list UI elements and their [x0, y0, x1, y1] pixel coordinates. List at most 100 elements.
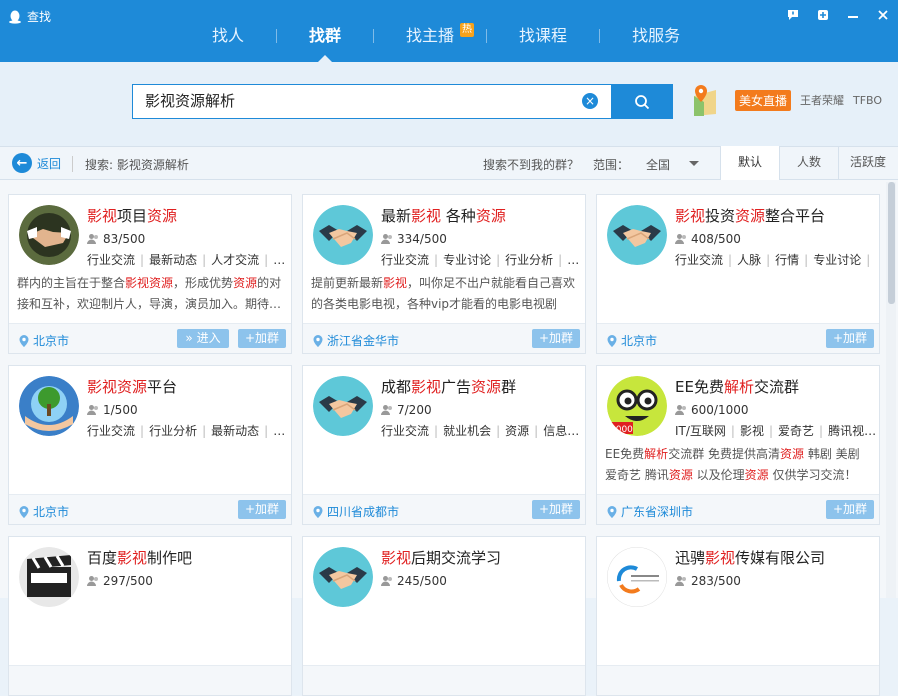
group-description: EE免费解析交流群 免费提供高清资源 韩剧 美剧 爱奇艺 腾讯资源 以及伦理资源… [605, 447, 860, 482]
scrollbar[interactable] [886, 182, 896, 598]
group-card[interactable]: 影视后期交流学习 245/500 [302, 536, 586, 696]
location-pin-icon [313, 334, 323, 347]
group-card[interactable]: 迅骋影视传媒有限公司 283/500 [596, 536, 880, 696]
group-card[interactable]: 1000 EE免费解析交流群 600/1000 IT/互联网影视爱奇艺腾讯视… EE免费… [596, 365, 880, 525]
join-group-button[interactable]: +加群 [532, 329, 580, 348]
hot-badge: 热 [460, 23, 475, 37]
search-input[interactable]: 影视资源解析 [132, 84, 612, 119]
group-description: 提前更新最新影视，叫你足不出户就能看自己喜欢的各类电影电视，各种vip才能看的电… [311, 276, 576, 311]
map-pin-icon[interactable] [688, 82, 722, 118]
location-pin-icon [607, 334, 617, 347]
search-query-text: 搜索: 影视资源解析 [85, 158, 189, 172]
group-card[interactable]: 影视投资资源整合平台 408/500 行业交流人脉行情专业讨论… 北京市 +加群 [596, 194, 880, 354]
group-avatar[interactable] [19, 205, 79, 265]
window-title-text: 查找 [27, 10, 52, 24]
card-footer [303, 665, 585, 695]
tag: 行业交流 [87, 253, 136, 267]
members-icon [675, 234, 686, 244]
tag: 资源 [491, 424, 529, 438]
member-count: 283/500 [675, 574, 741, 588]
minimize-icon[interactable] [838, 6, 868, 24]
group-card[interactable]: 成都影视广告资源群 7/200 行业交流就业机会资源信息… 四川省成都市 +加群 [302, 365, 586, 525]
group-name[interactable]: 迅骋影视传媒有限公司 [675, 547, 825, 568]
members-icon [381, 576, 392, 586]
card-footer: 北京市 +加群 [9, 494, 291, 524]
back-button[interactable]: ← 返回 [12, 153, 61, 173]
group-name[interactable]: 影视资源平台 [87, 376, 177, 397]
promo-link-2[interactable]: TFBO [853, 94, 882, 107]
card-footer: 四川省成都市 +加群 [303, 494, 585, 524]
group-name[interactable]: 最新影视 各种资源 [381, 205, 506, 226]
join-group-button[interactable]: +加群 [826, 500, 874, 519]
tag: 行情 [761, 253, 799, 267]
sort-activity-tab[interactable]: 活跃度 [838, 146, 897, 180]
tag: 腾讯视… [814, 424, 875, 438]
group-avatar[interactable] [313, 376, 373, 436]
feedback-icon[interactable] [778, 6, 808, 24]
group-name[interactable]: 影视投资资源整合平台 [675, 205, 825, 226]
group-avatar[interactable] [313, 547, 373, 607]
member-count-text: 297/500 [103, 574, 153, 588]
group-location: 北京市 [607, 332, 657, 349]
tag: … [861, 253, 875, 267]
tab-find-anchors[interactable]: 找主播热 [374, 18, 486, 54]
promo-link-1[interactable]: 王者荣耀 [800, 92, 844, 108]
group-name[interactable]: 影视后期交流学习 [381, 547, 501, 568]
group-avatar[interactable]: 1000 [607, 376, 667, 436]
tag: 行业分析 [491, 253, 553, 267]
tab-find-services[interactable]: 找服务 [600, 18, 712, 54]
chevron-down-icon[interactable] [689, 161, 699, 171]
member-count-text: 283/500 [691, 574, 741, 588]
group-name[interactable]: 影视项目资源 [87, 205, 177, 226]
join-group-button[interactable]: +加群 [826, 329, 874, 348]
search-area: 影视资源解析 × 美女直播 王者荣耀 TFBO [0, 62, 898, 146]
location-pin-icon [607, 505, 617, 518]
group-name[interactable]: 成都影视广告资源群 [381, 376, 516, 397]
not-found-link[interactable]: 搜索不到我的群？ [483, 156, 579, 173]
join-group-button[interactable]: +加群 [238, 500, 286, 519]
skin-icon[interactable] [808, 6, 838, 24]
card-footer: 北京市 +加群 [597, 323, 879, 353]
group-tags: 行业交流就业机会资源信息… [381, 422, 581, 439]
range-select[interactable]: 全国 [646, 156, 670, 173]
title-bar: 查找 找人 找群 找主播热 找课程 找服务 [0, 0, 898, 62]
tab-find-groups[interactable]: 找群 [277, 18, 373, 62]
card-footer [9, 665, 291, 695]
live-link[interactable]: 美女直播 [735, 89, 792, 111]
tab-label: 找人 [212, 26, 245, 45]
enter-button[interactable]: » 进入 [177, 329, 229, 348]
member-count-text: 1/500 [103, 403, 138, 417]
join-group-button[interactable]: +加群 [532, 500, 580, 519]
tab-find-courses[interactable]: 找课程 [487, 18, 599, 54]
divider [72, 156, 73, 172]
group-location: 广东省深圳市 [607, 503, 693, 520]
group-card[interactable]: 百度影视制作吧 297/500 [8, 536, 292, 696]
group-avatar[interactable] [19, 376, 79, 436]
members-icon [87, 405, 98, 415]
search-button[interactable] [611, 84, 673, 119]
card-footer: 浙江省金华市 +加群 [303, 323, 585, 353]
clear-icon[interactable]: × [582, 93, 598, 109]
svg-text:1000: 1000 [610, 425, 633, 435]
group-avatar[interactable] [313, 205, 373, 265]
group-card[interactable]: 影视项目资源 83/500 行业交流最新动态人才交流… 群内的主旨在于整合影视资源，形… [8, 194, 292, 354]
join-group-button[interactable]: +加群 [238, 329, 286, 348]
close-icon[interactable] [868, 6, 898, 24]
sort-default-tab[interactable]: 默认 [720, 146, 779, 180]
group-name[interactable]: EE免费解析交流群 [675, 376, 799, 397]
group-location: 北京市 [19, 503, 69, 520]
group-card[interactable]: 影视资源平台 1/500 行业交流行业分析最新动态… 北京市 +加群 [8, 365, 292, 525]
members-icon [675, 576, 686, 586]
tab-label: 找主播 [406, 26, 455, 45]
location-text: 四川省成都市 [327, 505, 400, 519]
sort-members-tab[interactable]: 人数 [779, 146, 838, 180]
group-avatar[interactable] [19, 547, 79, 607]
group-avatar[interactable] [607, 205, 667, 265]
group-card[interactable]: 最新影视 各种资源 334/500 行业交流专业讨论行业分析… 提前更新最新影视，叫你… [302, 194, 586, 354]
group-tags: 行业交流专业讨论行业分析… [381, 251, 581, 268]
group-name[interactable]: 百度影视制作吧 [87, 547, 192, 568]
scrollbar-thumb[interactable] [888, 182, 895, 304]
tab-find-people[interactable]: 找人 [180, 18, 276, 54]
members-icon [381, 234, 392, 244]
group-avatar[interactable] [607, 547, 667, 607]
